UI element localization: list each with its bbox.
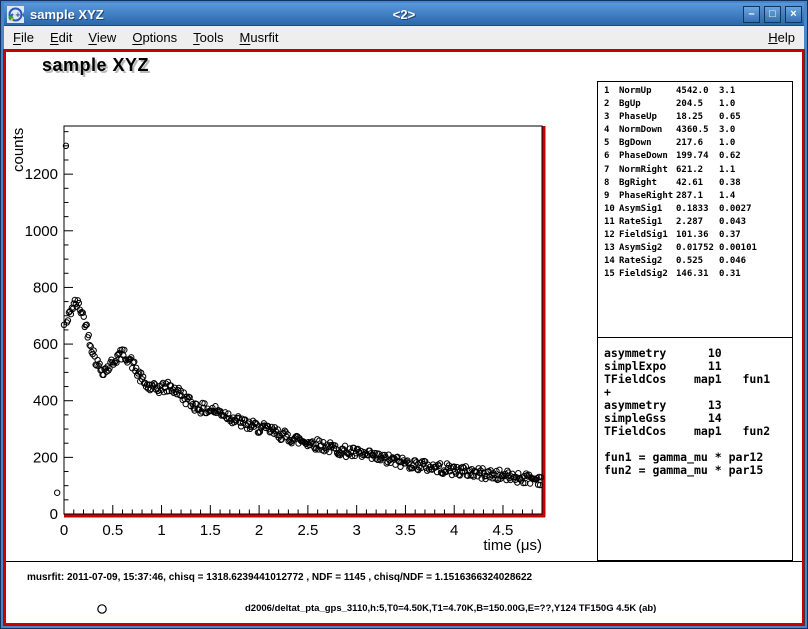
maximize-button[interactable]: □	[764, 6, 781, 23]
param-row: 7NormRight621.21.1	[598, 165, 792, 178]
x-tick-label: 3	[352, 522, 360, 539]
x-tick-label: 0.5	[102, 522, 123, 539]
param-row: 1NormUp4542.03.1	[598, 86, 792, 99]
param-row: 4NormDown4360.53.0	[598, 125, 792, 138]
app-window: ++ sample XYZ <2> –□× FileEditViewOption…	[0, 0, 808, 629]
y-tick-label: 600	[33, 336, 58, 353]
menu-item-view[interactable]: View	[81, 28, 123, 47]
x-tick-label: 1.5	[200, 522, 221, 539]
window-buttons: –□×	[743, 6, 802, 23]
param-row: 8BgRight42.610.38	[598, 178, 792, 191]
param-row: 14RateSig20.5250.046	[598, 256, 792, 269]
x-tick-label: 2.5	[297, 522, 318, 539]
menu-item-file[interactable]: File	[6, 28, 41, 47]
y-tick-label: 800	[33, 279, 58, 296]
minimize-button[interactable]: –	[743, 6, 760, 23]
y-tick-label: 1000	[25, 223, 58, 240]
theory-pad[interactable]: asymmetry 10 simplExpo 11 TFieldCos map1…	[597, 337, 793, 561]
x-tick-label: 1	[157, 522, 165, 539]
menu-item-edit[interactable]: Edit	[43, 28, 79, 47]
param-row: 5BgDown217.61.0	[598, 138, 792, 151]
param-row: 6PhaseDown199.740.62	[598, 151, 792, 164]
menu-items: FileEditViewOptionsToolsMusrfit	[4, 28, 286, 47]
menu-item-tools[interactable]: Tools	[186, 28, 230, 47]
run-title-text: d2006/deltat_pta_gps_3110,h:5,T0=4.50K,T…	[245, 603, 656, 614]
plot-frame	[64, 126, 542, 514]
info-pad-divider	[6, 561, 802, 562]
param-row: 11RateSig12.2870.043	[598, 217, 792, 230]
param-row: 15FieldSig2146.310.31	[598, 269, 792, 282]
x-tick-label: 4	[450, 522, 458, 539]
x-axis-title: time (μs)	[483, 537, 542, 554]
close-button[interactable]: ×	[785, 6, 802, 23]
x-tick-label: 0	[60, 522, 68, 539]
y-tick-label: 400	[33, 393, 58, 410]
svg-text:++: ++	[15, 11, 24, 19]
theory-text: asymmetry 10 simplExpo 11 TFieldCos map1…	[604, 347, 792, 477]
root-canvas[interactable]: sample XYZ 00.511.522.533.544.5020040060…	[4, 50, 804, 625]
param-row: 10AsymSig10.18330.0027	[598, 204, 792, 217]
window-title: sample XYZ	[30, 7, 104, 22]
x-tick-label: 3.5	[395, 522, 416, 539]
run-info-line: d2006/deltat_pta_gps_3110,h:5,T0=4.50K,T…	[6, 601, 802, 617]
y-tick-label: 1200	[25, 166, 58, 183]
menu-bar: FileEditViewOptionsToolsMusrfit Help	[4, 26, 804, 50]
fit-info-line: musrfit: 2011-07-09, 15:37:46, chisq = 1…	[27, 572, 532, 583]
window-badge: <2>	[4, 7, 804, 22]
param-row: 3PhaseUp18.250.65	[598, 112, 792, 125]
data-point	[54, 490, 59, 495]
param-row: 2BgUp204.51.0	[598, 99, 792, 112]
fit-parameter-pad[interactable]: 1NormUp4542.03.12BgUp204.51.03PhaseUp18.…	[597, 81, 793, 338]
y-tick-label: 0	[50, 506, 58, 523]
param-row: 9PhaseRight287.11.4	[598, 191, 792, 204]
param-row: 12FieldSig1101.360.37	[598, 230, 792, 243]
menu-item-musrfit[interactable]: Musrfit	[233, 28, 286, 47]
y-tick-label: 200	[33, 449, 58, 466]
root-app-icon: ++	[7, 6, 24, 23]
menu-item-options[interactable]: Options	[125, 28, 184, 47]
x-tick-label: 2	[255, 522, 263, 539]
title-bar[interactable]: ++ sample XYZ <2> –□×	[4, 3, 804, 26]
y-axis-title: counts	[10, 128, 27, 172]
data-marker-icon	[96, 602, 108, 620]
menu-item-help[interactable]: Help	[759, 28, 804, 47]
param-row: 13AsymSig20.017520.00101	[598, 243, 792, 256]
